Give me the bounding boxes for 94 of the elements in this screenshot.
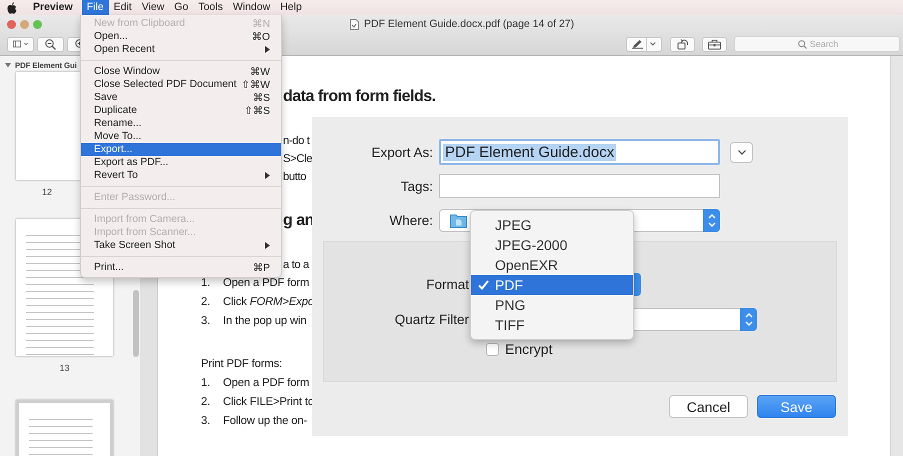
page-thumbnail[interactable] xyxy=(16,400,113,456)
menu-item[interactable]: Move To... xyxy=(81,130,281,143)
list-number: 3. xyxy=(201,414,212,429)
menu-item[interactable]: Export... xyxy=(81,143,281,156)
menu-bar-item[interactable]: View xyxy=(136,0,170,15)
sidebar-icon xyxy=(13,39,21,49)
page-thumbnail[interactable] xyxy=(16,72,80,180)
checkbox[interactable] xyxy=(486,342,499,356)
rotate-icon xyxy=(676,38,688,50)
list-item-text: Open a PDF form xyxy=(223,276,310,291)
zoom-out-icon xyxy=(45,38,56,50)
shortcut-label: ⌘O xyxy=(252,30,270,42)
text-line: n-do t xyxy=(283,134,310,149)
folder-icon xyxy=(450,212,467,228)
expand-button[interactable] xyxy=(730,142,753,162)
list-item-text: In the pop up win xyxy=(223,314,306,329)
field-label: Tags: xyxy=(400,178,433,194)
menu-bar-item[interactable]: Go xyxy=(169,0,194,15)
cancel-button[interactable]: Cancel xyxy=(669,395,748,418)
menu-bar-item[interactable]: Edit xyxy=(108,0,137,15)
list-item-text: Click FORM>Expo xyxy=(223,295,314,310)
text-line: butto xyxy=(283,170,306,185)
list-number: 2. xyxy=(201,395,212,410)
menu-item[interactable]: JPEG xyxy=(471,215,633,235)
menu-bar-item[interactable]: Help xyxy=(275,0,307,15)
shortcut-label: ⇧⌘S xyxy=(244,104,270,116)
menu-bar-item[interactable]: Preview xyxy=(28,0,78,15)
shortcut-label: ⇧⌘W xyxy=(241,78,270,90)
page-number: 12 xyxy=(42,187,52,199)
menu-item[interactable]: Export as PDF... xyxy=(81,156,281,169)
list-number: 2. xyxy=(201,295,212,310)
shortcut-label: ⌘W xyxy=(250,66,270,78)
menu-item[interactable]: Save ⌘S xyxy=(81,91,281,104)
shortcut-label: ⌘S xyxy=(252,92,270,104)
menu-item[interactable]: PNG xyxy=(471,295,633,315)
chevron-up-down-icon xyxy=(706,212,716,228)
menu-item[interactable]: Open Recent xyxy=(81,43,281,56)
minimize-window-button[interactable] xyxy=(20,20,29,29)
window-title: PDF Element Guide.docx.pdf (page 14 of 27) xyxy=(364,18,574,30)
toolbox-button[interactable] xyxy=(702,36,727,52)
tags-field[interactable] xyxy=(439,174,720,198)
menu-bar-item[interactable]: Tools xyxy=(193,0,228,15)
list-number: 3. xyxy=(201,314,212,329)
disclosure-triangle-icon[interactable] xyxy=(5,62,11,68)
zoom-out-button[interactable] xyxy=(37,36,64,52)
pen-icon xyxy=(632,39,644,49)
menu-item[interactable]: Revert To xyxy=(81,169,281,182)
menu-item[interactable]: Close Selected PDF Document ⇧⌘W xyxy=(81,78,281,91)
list-number: 1. xyxy=(201,376,212,391)
text-line: a to a xyxy=(283,258,309,273)
shortcut-label: ⌘P xyxy=(252,262,270,274)
menu-bar-item[interactable]: File xyxy=(82,0,109,15)
menu-item[interactable]: TIFF xyxy=(471,315,633,335)
search-icon xyxy=(798,40,807,49)
checkbox-label: Encrypt xyxy=(505,341,552,357)
heading: data from form fields. xyxy=(283,87,436,107)
list-number: 1. xyxy=(201,276,212,291)
menu-item[interactable]: Rename... xyxy=(81,117,281,130)
text-line: Print PDF forms: xyxy=(201,357,282,372)
chevron-up-down-icon xyxy=(744,312,754,326)
field-label: Format xyxy=(425,276,469,292)
export-as-field[interactable]: PDF Element Guide.docx xyxy=(439,139,720,165)
zoom-window-button[interactable] xyxy=(33,20,42,29)
rotate-button[interactable] xyxy=(670,36,695,52)
scroll-bar[interactable] xyxy=(890,56,903,456)
checkmark-icon xyxy=(478,280,488,290)
text-line: S>Cle xyxy=(283,152,312,167)
field-label: Export As: xyxy=(370,144,433,160)
menu-item[interactable]: Close Window ⌘W xyxy=(81,65,281,78)
menu-item[interactable]: Print... ⌘P xyxy=(81,261,281,274)
menu-item[interactable]: JPEG-2000 xyxy=(471,235,633,255)
menu-item[interactable]: OpenEXR xyxy=(471,255,633,275)
apple-logo-icon[interactable] xyxy=(7,2,17,14)
field-label: Where: xyxy=(388,212,433,228)
search-field[interactable]: Search xyxy=(734,36,900,52)
menu-item[interactable]: Take Screen Shot xyxy=(81,239,281,252)
menu-bar-item[interactable]: Window xyxy=(228,0,276,15)
shortcut-label: ⌘N xyxy=(252,18,270,30)
menu-item[interactable]: Duplicate ⇧⌘S xyxy=(81,104,281,117)
caret-icon xyxy=(650,42,656,46)
toolbox-icon xyxy=(708,38,721,50)
scroll-thumb[interactable] xyxy=(133,290,139,357)
menu-item[interactable]: PDF xyxy=(471,275,633,295)
menu-item[interactable]: Open... ⌘O xyxy=(81,30,281,43)
list-item-text: Follow up the on- xyxy=(223,414,308,429)
field-label: Quartz Filter xyxy=(394,312,469,326)
list-item-text: Open a PDF form xyxy=(223,376,310,391)
page-number: 13 xyxy=(59,363,70,375)
sidebar-toggle-button[interactable] xyxy=(7,36,34,52)
chevron-down-icon xyxy=(738,150,746,154)
document-icon xyxy=(350,18,359,30)
markup-button[interactable] xyxy=(626,36,662,52)
caret-icon xyxy=(24,42,28,46)
close-window-button[interactable] xyxy=(7,20,16,29)
